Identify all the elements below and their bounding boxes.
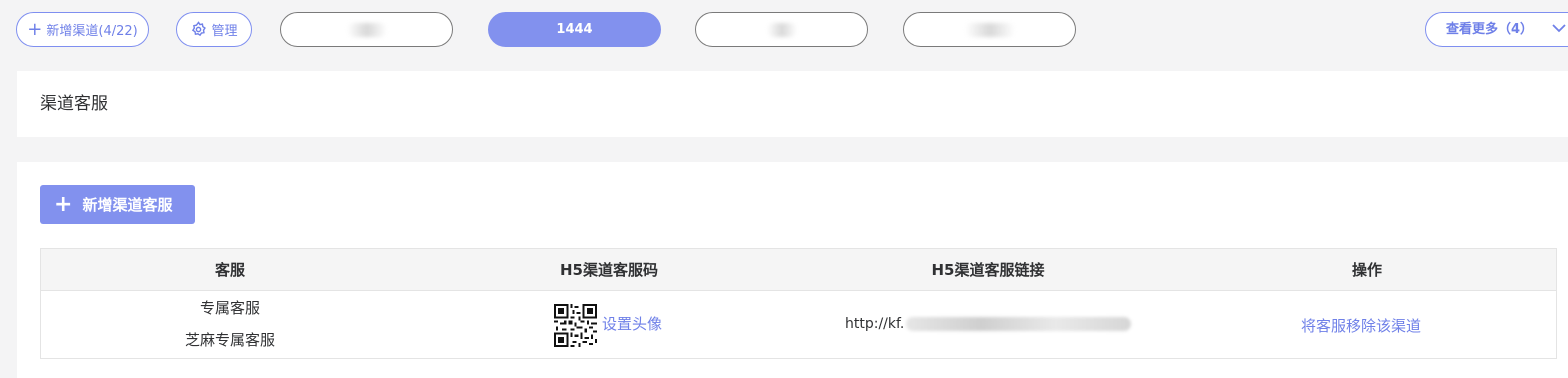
service-table: 客服 H5渠道客服码 H5渠道客服链接 操作 专属客服 芝麻专属客服 设置头像 …	[40, 248, 1557, 359]
channel-service-panel: + 新增渠道客服 客服 H5渠道客服码 H5渠道客服链接 操作 专属客服 芝麻专…	[17, 162, 1568, 378]
view-more-label: 查看更多（4）	[1446, 22, 1534, 37]
view-more-button[interactable]: 查看更多（4）	[1425, 12, 1568, 47]
header-action: 操作	[1351, 261, 1382, 279]
redacted-label	[766, 22, 797, 37]
manage-button[interactable]: 管理	[176, 12, 252, 47]
add-channel-label: 新增渠道(4/22)	[46, 24, 138, 39]
table-row: 专属客服 芝麻专属客服 设置头像 http://kf. 将客服移除该渠道	[41, 291, 1556, 358]
channel-link-prefix: http://kf.	[845, 316, 905, 332]
header-link: H5渠道客服链接	[931, 261, 1045, 279]
redacted-label	[346, 22, 387, 37]
table-header: 客服 H5渠道客服码 H5渠道客服链接 操作	[41, 249, 1556, 291]
manage-label: 管理	[211, 24, 238, 39]
header-qr-code: H5渠道客服码	[560, 261, 658, 279]
qr-code-icon	[554, 304, 597, 347]
service-name: 芝麻专属客服	[184, 331, 275, 349]
add-channel-service-label: 新增渠道客服	[82, 196, 173, 214]
service-name: 专属客服	[199, 299, 260, 317]
redacted-url	[906, 317, 1132, 331]
redacted-label	[964, 22, 1015, 37]
plus-icon: +	[54, 191, 73, 217]
remove-from-channel-link[interactable]: 将客服移除该渠道	[1301, 315, 1421, 336]
section-header: 渠道客服	[17, 71, 1568, 137]
header-service: 客服	[214, 261, 245, 279]
channel-tab-4[interactable]	[903, 12, 1076, 47]
channel-tab-2[interactable]: 1444	[488, 12, 661, 47]
add-channel-button[interactable]: + 新增渠道(4/22)	[16, 12, 149, 47]
channel-tab-1[interactable]	[280, 12, 453, 47]
channel-link[interactable]: http://kf.	[845, 291, 1132, 358]
section-title: 渠道客服	[40, 94, 108, 114]
chevron-down-icon	[1552, 13, 1566, 46]
gear-icon	[192, 21, 207, 37]
set-avatar-link[interactable]: 设置头像	[602, 313, 662, 334]
plus-icon: +	[27, 18, 43, 40]
channel-bar: + 新增渠道(4/22) 管理 1444 查看更多（4）	[0, 0, 1568, 60]
channel-tab-label: 1444	[556, 22, 593, 37]
channel-tab-3[interactable]	[695, 12, 868, 47]
add-channel-service-button[interactable]: + 新增渠道客服	[40, 185, 195, 224]
